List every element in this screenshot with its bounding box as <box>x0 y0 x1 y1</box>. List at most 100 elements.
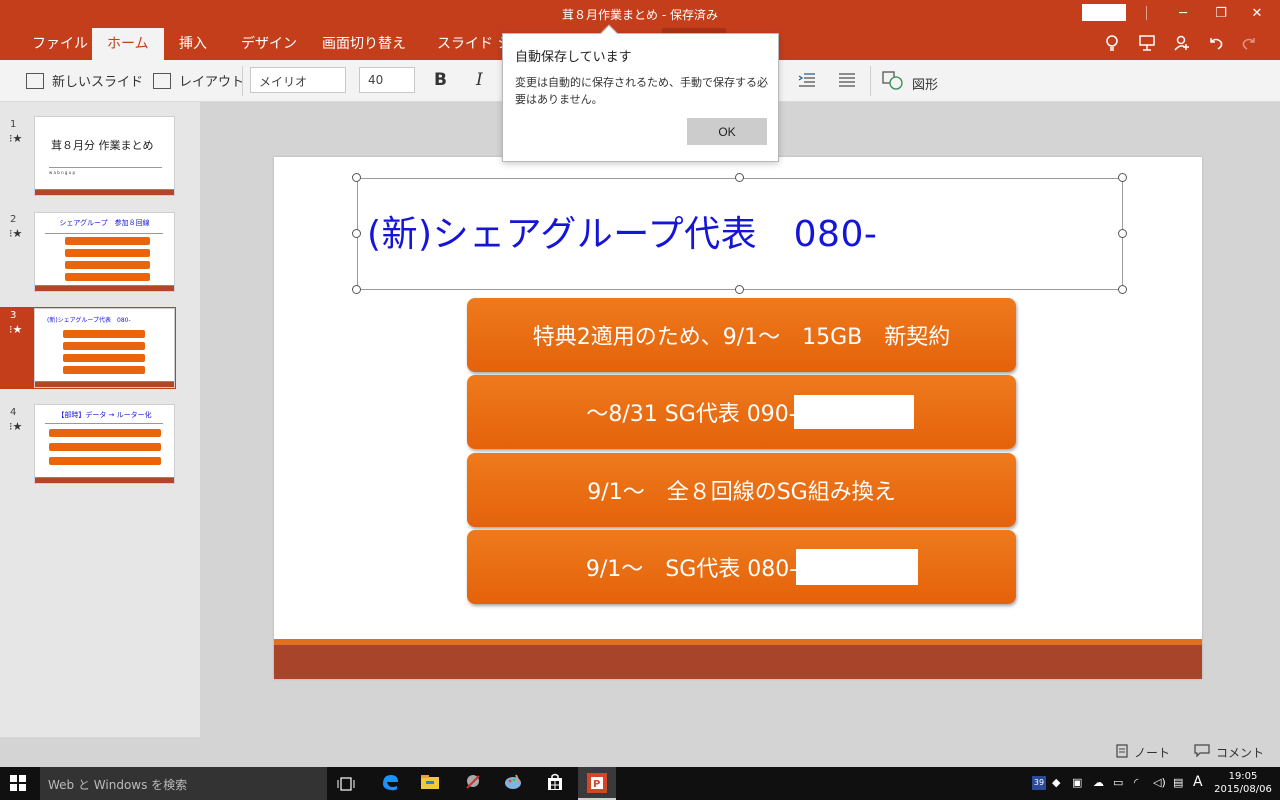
thumb-number: 4 <box>10 407 17 418</box>
title-bar: 茸８月作業まとめ - 保存済み ─ ❐ ✕ <box>0 0 1280 28</box>
mini-bar <box>63 342 145 350</box>
bar-text: ～8/31 SG代表 090- <box>586 402 797 427</box>
dialog-message: 変更は自動的に保存されるため、手動で保存する必要はありません。 <box>515 76 768 106</box>
action-center-icon[interactable]: ▤ <box>1173 776 1183 789</box>
shapes-button[interactable]: 図形 <box>882 71 938 95</box>
store-icon[interactable] <box>545 772 567 794</box>
account-box[interactable] <box>1082 4 1126 21</box>
resize-handle[interactable] <box>1118 173 1127 182</box>
svg-text:P: P <box>593 779 600 790</box>
windows-start-icon[interactable] <box>10 775 32 797</box>
indent-icon[interactable] <box>798 72 816 93</box>
task-view-icon[interactable] <box>337 776 359 798</box>
taskbar-search-input[interactable]: Web と Windows を検索 <box>40 767 327 800</box>
file-explorer-icon[interactable] <box>420 772 442 794</box>
align-justify-icon[interactable] <box>838 72 856 93</box>
notes-icon <box>1116 744 1128 761</box>
autosave-dialog: 自動保存しています 変更は自動的に保存されるため、手動で保存する必要はありません… <box>502 24 779 162</box>
ime-indicator[interactable]: A <box>1193 774 1203 790</box>
resize-handle[interactable] <box>352 173 361 182</box>
undo-icon[interactable] <box>1207 34 1225 56</box>
notes-label: ノート <box>1134 746 1171 760</box>
font-size-input[interactable]: 40 <box>359 67 415 93</box>
volume-icon[interactable]: ◁) <box>1153 776 1166 789</box>
tray-badge[interactable]: 39 <box>1032 776 1046 790</box>
layout-button[interactable]: レイアウト <box>153 71 244 90</box>
redo-icon <box>1240 34 1258 56</box>
tray-app-icon[interactable]: ▣ <box>1072 776 1082 789</box>
divider <box>870 66 871 96</box>
minimize-button[interactable]: ─ <box>1172 4 1194 24</box>
lightbulb-icon[interactable] <box>1104 34 1120 56</box>
font-name-input[interactable]: メイリオ <box>250 67 346 93</box>
slide-thumb-1[interactable]: 茸８月分 作業まとめ w a b n g u p <box>34 116 175 196</box>
resize-handle[interactable] <box>352 229 361 238</box>
slide-title[interactable]: (新)シェアグループ代表 080- <box>367 205 877 257</box>
layout-icon <box>153 72 171 89</box>
comment-icon <box>1194 744 1210 761</box>
resize-handle[interactable] <box>1118 285 1127 294</box>
tab-transitions[interactable]: 画面切り替え <box>322 28 406 60</box>
paint-app-icon[interactable] <box>503 772 525 794</box>
resize-handle[interactable] <box>1118 229 1127 238</box>
battery-icon[interactable]: ▭ <box>1113 776 1123 789</box>
resize-handle[interactable] <box>352 285 361 294</box>
wifi-icon[interactable]: ◜ <box>1134 776 1138 789</box>
content-bar-1[interactable]: 特典2適用のため、9/1～ 15GB 新契約 <box>467 298 1016 372</box>
mini-bar <box>49 443 161 451</box>
tab-insert[interactable]: 挿入 <box>179 28 207 60</box>
thumb-title: 【部時】データ → ルーター化 <box>57 411 152 419</box>
notes-button[interactable]: ノート <box>1116 744 1170 761</box>
new-slide-button[interactable]: 新しいスライド <box>26 71 143 90</box>
edge-browser-icon[interactable] <box>380 772 402 794</box>
thumb-footer <box>35 189 174 195</box>
content-bar-2[interactable]: ～8/31 SG代表 090- <box>467 375 1016 449</box>
tab-design[interactable]: デザイン <box>241 28 297 60</box>
comments-button[interactable]: コメント <box>1194 744 1264 761</box>
bar-text: 9/1～ SG代表 080- <box>585 557 798 582</box>
thumb-sub: w a b n g u p <box>49 170 76 175</box>
thumb-title: シェアグループ 参加８回線 <box>59 219 150 227</box>
italic-button[interactable]: I <box>476 70 483 90</box>
thumb-line <box>45 423 163 424</box>
tab-slideshow[interactable]: スライド シ <box>437 28 511 60</box>
divider <box>242 66 243 96</box>
ok-button[interactable]: OK <box>687 118 767 145</box>
resize-handle[interactable] <box>735 285 744 294</box>
status-bar: ノート コメント <box>0 737 1280 767</box>
powerpoint-taskbar-button[interactable]: P <box>578 767 616 800</box>
animation-star-icon: ⁝★ <box>9 227 23 240</box>
restore-button[interactable]: ❐ <box>1210 4 1232 24</box>
slide-thumbnails-pane: 1 ⁝★ 茸８月分 作業まとめ w a b n g u p 2 ⁝★ シェアグル… <box>0 102 200 767</box>
bold-button[interactable]: B <box>434 70 447 90</box>
app-icon[interactable] <box>463 772 485 794</box>
slide-thumb-2[interactable]: シェアグループ 参加８回線 <box>34 212 175 292</box>
content-bar-3[interactable]: 9/1～ 全８回線のSG組み換え <box>467 453 1016 527</box>
thumb-line <box>49 167 162 168</box>
content-bar-4[interactable]: 9/1～ SG代表 080- <box>467 530 1016 604</box>
thumb-footer <box>35 381 174 387</box>
tray-app-icon[interactable]: ◆ <box>1052 776 1060 789</box>
clock-time: 19:05 <box>1228 771 1258 782</box>
mini-bar <box>65 249 150 257</box>
redaction-box <box>796 549 918 585</box>
clock-date: 2015/08/06 <box>1214 784 1272 795</box>
tab-file[interactable]: ファイル <box>32 28 88 60</box>
new-slide-label: 新しいスライド <box>52 75 144 90</box>
slide-canvas[interactable]: (新)シェアグループ代表 080- 特典2適用のため、9/1～ 15GB 新契約… <box>274 157 1202 679</box>
redaction-box <box>794 395 914 429</box>
resize-handle[interactable] <box>735 173 744 182</box>
new-slide-icon <box>26 72 44 89</box>
taskbar: Web と Windows を検索 P 39 ◆ ▣ ☁ ▭ ◜ ◁) ▤ A … <box>0 767 1280 800</box>
slide-thumb-3[interactable]: (新)シェアグループ代表 080- <box>34 308 175 388</box>
thumb-footer <box>35 477 174 483</box>
animation-star-icon: ⁝★ <box>9 132 23 145</box>
slide-thumb-4[interactable]: 【部時】データ → ルーター化 <box>34 404 175 484</box>
share-person-icon[interactable] <box>1173 34 1191 56</box>
taskbar-clock[interactable]: 19:05 2015/08/06 <box>1210 770 1276 796</box>
present-icon[interactable] <box>1138 34 1156 56</box>
thumb-title: 茸８月分 作業まとめ <box>51 139 154 152</box>
tab-home[interactable]: ホーム <box>92 28 164 60</box>
close-button[interactable]: ✕ <box>1246 4 1268 24</box>
onedrive-icon[interactable]: ☁ <box>1093 776 1104 789</box>
